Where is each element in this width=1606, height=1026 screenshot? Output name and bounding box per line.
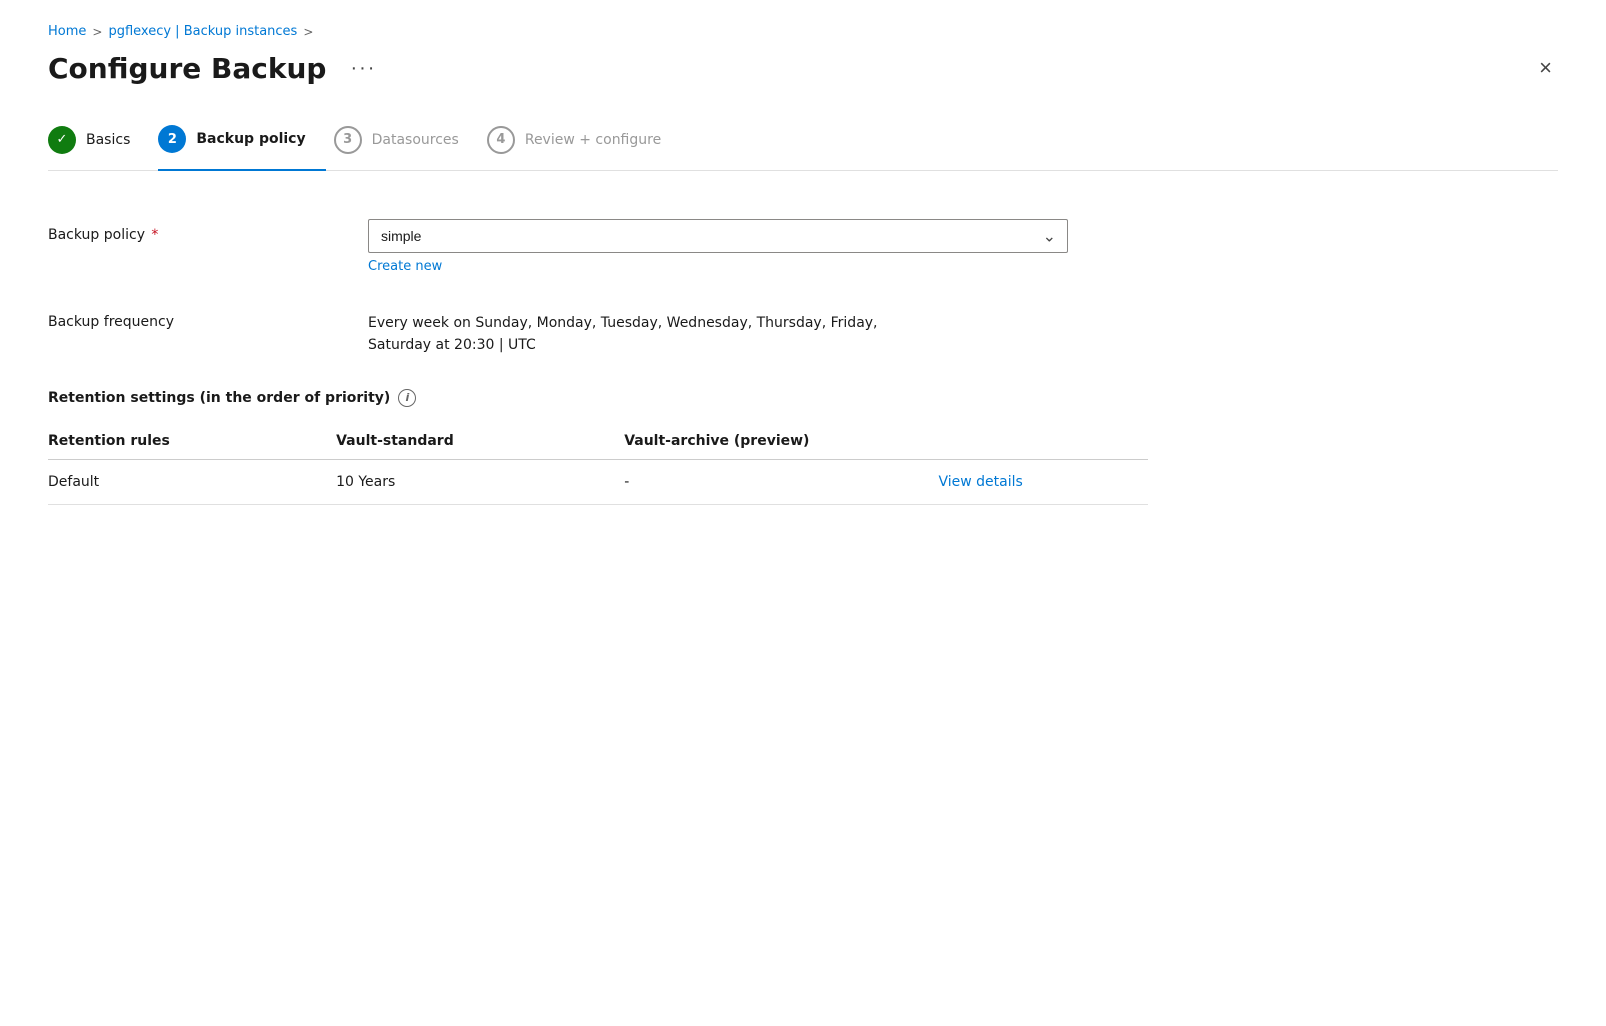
- backup-policy-row: Backup policy * simple standard enhanced…: [48, 219, 1148, 274]
- more-options-button[interactable]: ···: [342, 53, 384, 84]
- breadcrumb-sep2: >: [303, 25, 313, 39]
- vault-standard-value: 10 Years: [336, 459, 624, 504]
- view-details-cell: View details: [938, 459, 1148, 504]
- breadcrumb-home[interactable]: Home: [48, 24, 86, 39]
- step-basics[interactable]: ✓ Basics: [48, 126, 150, 170]
- backup-frequency-label: Backup frequency: [48, 306, 368, 330]
- step-datasources[interactable]: 3 Datasources: [334, 126, 479, 170]
- backup-policy-control: simple standard enhanced ⌄ Create new: [368, 219, 1148, 274]
- steps-bar: ✓ Basics 2 Backup policy 3 Datasources 4…: [48, 125, 1558, 171]
- vault-archive-value: -: [624, 459, 938, 504]
- backup-frequency-value: Every week on Sunday, Monday, Tuesday, W…: [368, 306, 1148, 357]
- step-4-label: Review + configure: [525, 132, 661, 148]
- step-2-label: Backup policy: [196, 131, 305, 147]
- create-new-link[interactable]: Create new: [368, 259, 442, 274]
- info-icon[interactable]: i: [398, 389, 416, 407]
- page-header: Configure Backup ··· ×: [48, 51, 1558, 85]
- breadcrumb-middle[interactable]: pgflexecy | Backup instances: [108, 24, 297, 39]
- backup-frequency-row: Backup frequency Every week on Sunday, M…: [48, 306, 1148, 357]
- breadcrumb: Home > pgflexecy | Backup instances >: [48, 24, 1558, 39]
- step-3-label: Datasources: [372, 132, 459, 148]
- frequency-line1: Every week on Sunday, Monday, Tuesday, W…: [368, 312, 1148, 334]
- col-header-vault-archive: Vault-archive (preview): [624, 423, 938, 460]
- step-1-circle: ✓: [48, 126, 76, 154]
- close-button[interactable]: ×: [1533, 51, 1558, 85]
- view-details-link[interactable]: View details: [938, 474, 1022, 490]
- retention-table: Retention rules Vault-standard Vault-arc…: [48, 423, 1148, 505]
- step-1-label: Basics: [86, 132, 130, 148]
- breadcrumb-sep1: >: [92, 25, 102, 39]
- retention-heading: Retention settings (in the order of prio…: [48, 389, 1148, 407]
- form-area: Backup policy * simple standard enhanced…: [48, 219, 1148, 505]
- step-3-circle: 3: [334, 126, 362, 154]
- retention-section: Retention settings (in the order of prio…: [48, 389, 1148, 505]
- backup-policy-select[interactable]: simple standard enhanced: [368, 219, 1068, 253]
- page-title: Configure Backup: [48, 52, 326, 85]
- step-review-configure[interactable]: 4 Review + configure: [487, 126, 681, 170]
- step-2-circle: 2: [158, 125, 186, 153]
- required-star: *: [147, 227, 158, 243]
- col-header-vault-standard: Vault-standard: [336, 423, 624, 460]
- table-row: Default 10 Years - View details: [48, 459, 1148, 504]
- step-backup-policy[interactable]: 2 Backup policy: [158, 125, 325, 171]
- backup-policy-dropdown-wrapper: simple standard enhanced ⌄: [368, 219, 1068, 253]
- col-header-action: [938, 423, 1148, 460]
- frequency-line2: Saturday at 20:30 | UTC: [368, 334, 1148, 356]
- step-4-circle: 4: [487, 126, 515, 154]
- retention-rule-name: Default: [48, 459, 336, 504]
- col-header-rules: Retention rules: [48, 423, 336, 460]
- backup-policy-label: Backup policy *: [48, 219, 368, 243]
